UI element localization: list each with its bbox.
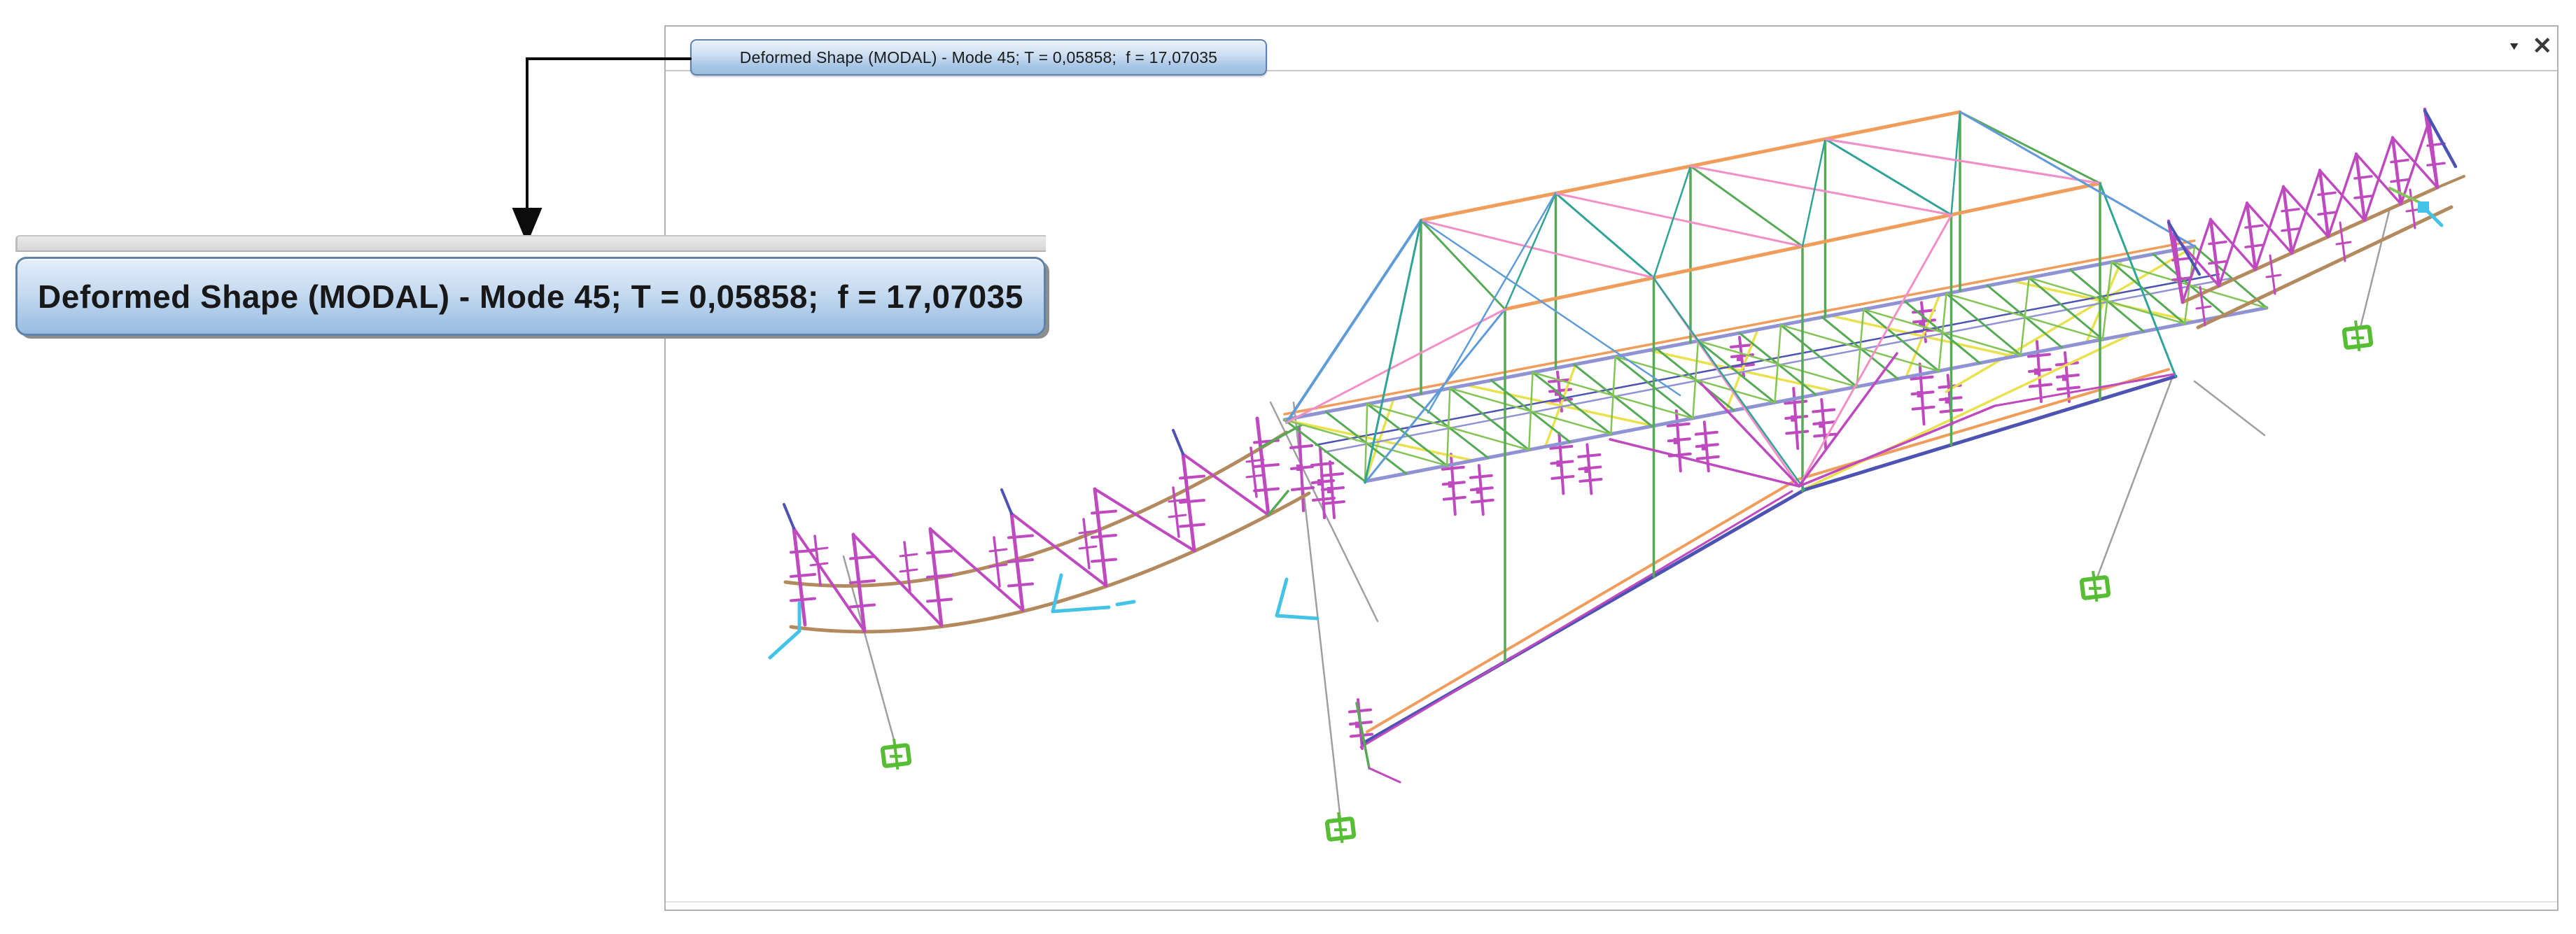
left-approach-span xyxy=(784,418,1309,632)
callout-title-text: Deformed Shape (MODAL) - Mode 45; T = 0,… xyxy=(38,278,1023,316)
support-symbol xyxy=(2080,569,2109,603)
model-viewport[interactable] xyxy=(0,0,2576,934)
annotation-arrow xyxy=(513,59,690,242)
callout-title-bar: Deformed Shape (MODAL) - Mode 45; T = 0,… xyxy=(15,257,1046,336)
support-symbol xyxy=(881,737,910,771)
spring-glyphs xyxy=(1291,302,2079,749)
main-truss xyxy=(1284,112,2267,782)
titlebar-zoom-callout: Deformed Shape (MODAL) - Mode 45; T = 0,… xyxy=(15,235,1046,336)
callout-window-edge xyxy=(15,235,1046,252)
support-symbol xyxy=(2343,319,2372,353)
right-approach-span xyxy=(2169,109,2464,327)
support-elements xyxy=(844,208,2390,844)
